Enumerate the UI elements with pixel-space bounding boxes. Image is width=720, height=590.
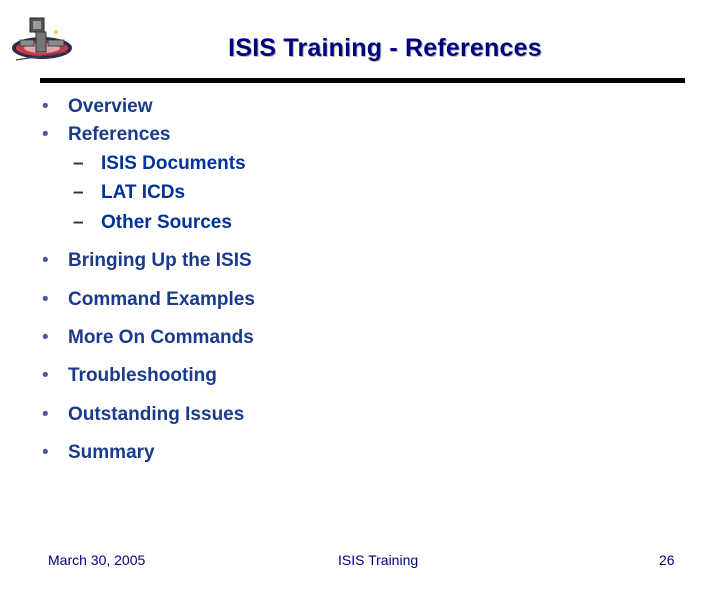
sub-bullet-glyph: –	[73, 153, 84, 174]
bullet-label: Bringing Up the ISIS	[68, 250, 252, 271]
page-number: 26	[659, 552, 675, 568]
bullet-label: Summary	[68, 442, 155, 463]
bullet-list: • Overview • References – ISIS Documents – L…	[0, 0, 720, 500]
bullet-glyph: •	[42, 365, 49, 386]
bullet-glyph: •	[42, 404, 49, 425]
sub-bullet-lat-icds: – LAT ICDs	[73, 182, 185, 204]
bullet-glyph: •	[42, 124, 49, 145]
bullet-item-references: • References	[42, 124, 170, 146]
bullet-label: Troubleshooting	[68, 365, 217, 386]
bullet-item-summary: • Summary	[42, 442, 155, 464]
bullet-item-command-examples: • Command Examples	[42, 289, 255, 311]
sub-bullet-label: ISIS Documents	[101, 153, 246, 174]
footer-date: March 30, 2005	[48, 552, 146, 568]
bullet-item-bringing-up: • Bringing Up the ISIS	[42, 250, 252, 272]
sub-bullet-isis-documents: – ISIS Documents	[73, 153, 246, 175]
bullet-glyph: •	[42, 250, 49, 271]
bullet-glyph: •	[42, 96, 49, 117]
sub-bullet-glyph: –	[73, 212, 84, 233]
bullet-label: More On Commands	[68, 327, 254, 348]
bullet-item-troubleshooting: • Troubleshooting	[42, 365, 217, 387]
bullet-label: Outstanding Issues	[68, 404, 245, 425]
bullet-item-outstanding-issues: • Outstanding Issues	[42, 404, 244, 426]
sub-bullet-glyph: –	[73, 182, 84, 203]
bullet-glyph: •	[42, 442, 49, 463]
sub-bullet-other-sources: – Other Sources	[73, 212, 232, 234]
bullet-item-overview: • Overview	[42, 96, 153, 118]
bullet-label: Command Examples	[68, 289, 255, 310]
sub-bullet-label: LAT ICDs	[101, 182, 186, 203]
bullet-label: Overview	[68, 96, 153, 117]
bullet-glyph: •	[42, 289, 49, 310]
footer-title: ISIS Training	[338, 552, 419, 568]
bullet-label: References	[68, 124, 171, 145]
bullet-glyph: •	[42, 327, 49, 348]
sub-bullet-label: Other Sources	[101, 212, 232, 233]
bullet-item-more-on-commands: • More On Commands	[42, 327, 254, 349]
